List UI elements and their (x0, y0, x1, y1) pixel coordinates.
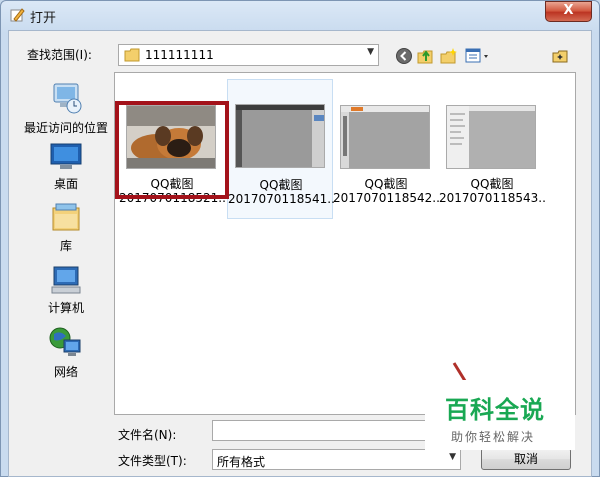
watermark-title: 百科全说 (445, 396, 545, 424)
look-in-value: 111111111 (145, 48, 214, 62)
up-folder-icon[interactable] (417, 47, 435, 65)
look-in-dropdown[interactable]: 111111111 ▼ (118, 44, 379, 66)
network-icon (49, 327, 81, 356)
look-in-label: 查找范围(I): (27, 48, 92, 62)
new-folder-icon[interactable] (440, 47, 458, 65)
place-label: 最近访问的位置 (23, 121, 108, 135)
title-bar[interactable]: 打开 X (0, 0, 600, 30)
place-label: 计算机 (47, 301, 84, 315)
chevron-down-icon: ▼ (449, 452, 456, 462)
close-icon: X (563, 3, 574, 18)
place-desktop[interactable]: 桌面 (19, 142, 113, 192)
place-label: 网络 (53, 365, 78, 379)
views-menu-icon[interactable] (465, 47, 493, 65)
image-thumbnail (235, 104, 325, 168)
cancel-button[interactable]: 取消 (481, 448, 571, 470)
image-thumbnail (340, 105, 430, 169)
place-computer[interactable]: 计算机 (19, 264, 113, 316)
watermark: 百科全说 助你轻松解决 (425, 380, 575, 450)
places-bar: 最近访问的位置 桌面 库 计算机 网络 (19, 72, 113, 442)
image-thumbnail (446, 105, 536, 169)
recent-places-icon (53, 83, 82, 114)
file-item[interactable]: QQ截图 2017070118542... (333, 79, 439, 219)
filename-label: 文件名(N): (118, 428, 177, 442)
place-label: 桌面 (53, 177, 78, 191)
libraries-icon (52, 203, 80, 231)
file-item[interactable]: QQ截图 2017070118541... (227, 79, 334, 219)
place-label: 库 (59, 239, 72, 253)
window-title: 打开 (30, 11, 57, 26)
filetype-value: 所有格式 (217, 455, 266, 469)
folder-corner-icon[interactable] (551, 47, 569, 65)
place-libraries[interactable]: 库 (19, 202, 113, 254)
filetype-dropdown[interactable]: 所有格式 ▼ (212, 449, 461, 470)
back-icon[interactable] (395, 47, 413, 65)
file-item[interactable]: QQ截图 2017070118543... (439, 79, 545, 219)
watermark-subtitle: 助你轻松解决 (451, 430, 536, 444)
close-button[interactable]: X (545, 1, 592, 22)
desktop-icon (50, 143, 82, 169)
highlight-box (115, 101, 229, 199)
computer-icon (51, 266, 81, 294)
file-subtitle: 2017070118543... (439, 191, 545, 205)
folder-icon (124, 48, 140, 62)
file-name: QQ截图 (259, 178, 303, 192)
file-name: QQ截图 (364, 177, 408, 191)
file-name: QQ截图 (470, 177, 514, 191)
place-recent[interactable]: 最近访问的位置 (19, 80, 113, 136)
chevron-down-icon: ▼ (367, 47, 374, 57)
file-subtitle: 2017070118542... (333, 191, 439, 205)
app-icon (10, 8, 25, 22)
filetype-label: 文件类型(T): (118, 454, 187, 468)
filename-input[interactable] (212, 420, 460, 441)
file-subtitle: 2017070118541... (228, 192, 334, 206)
place-network[interactable]: 网络 (19, 326, 113, 380)
